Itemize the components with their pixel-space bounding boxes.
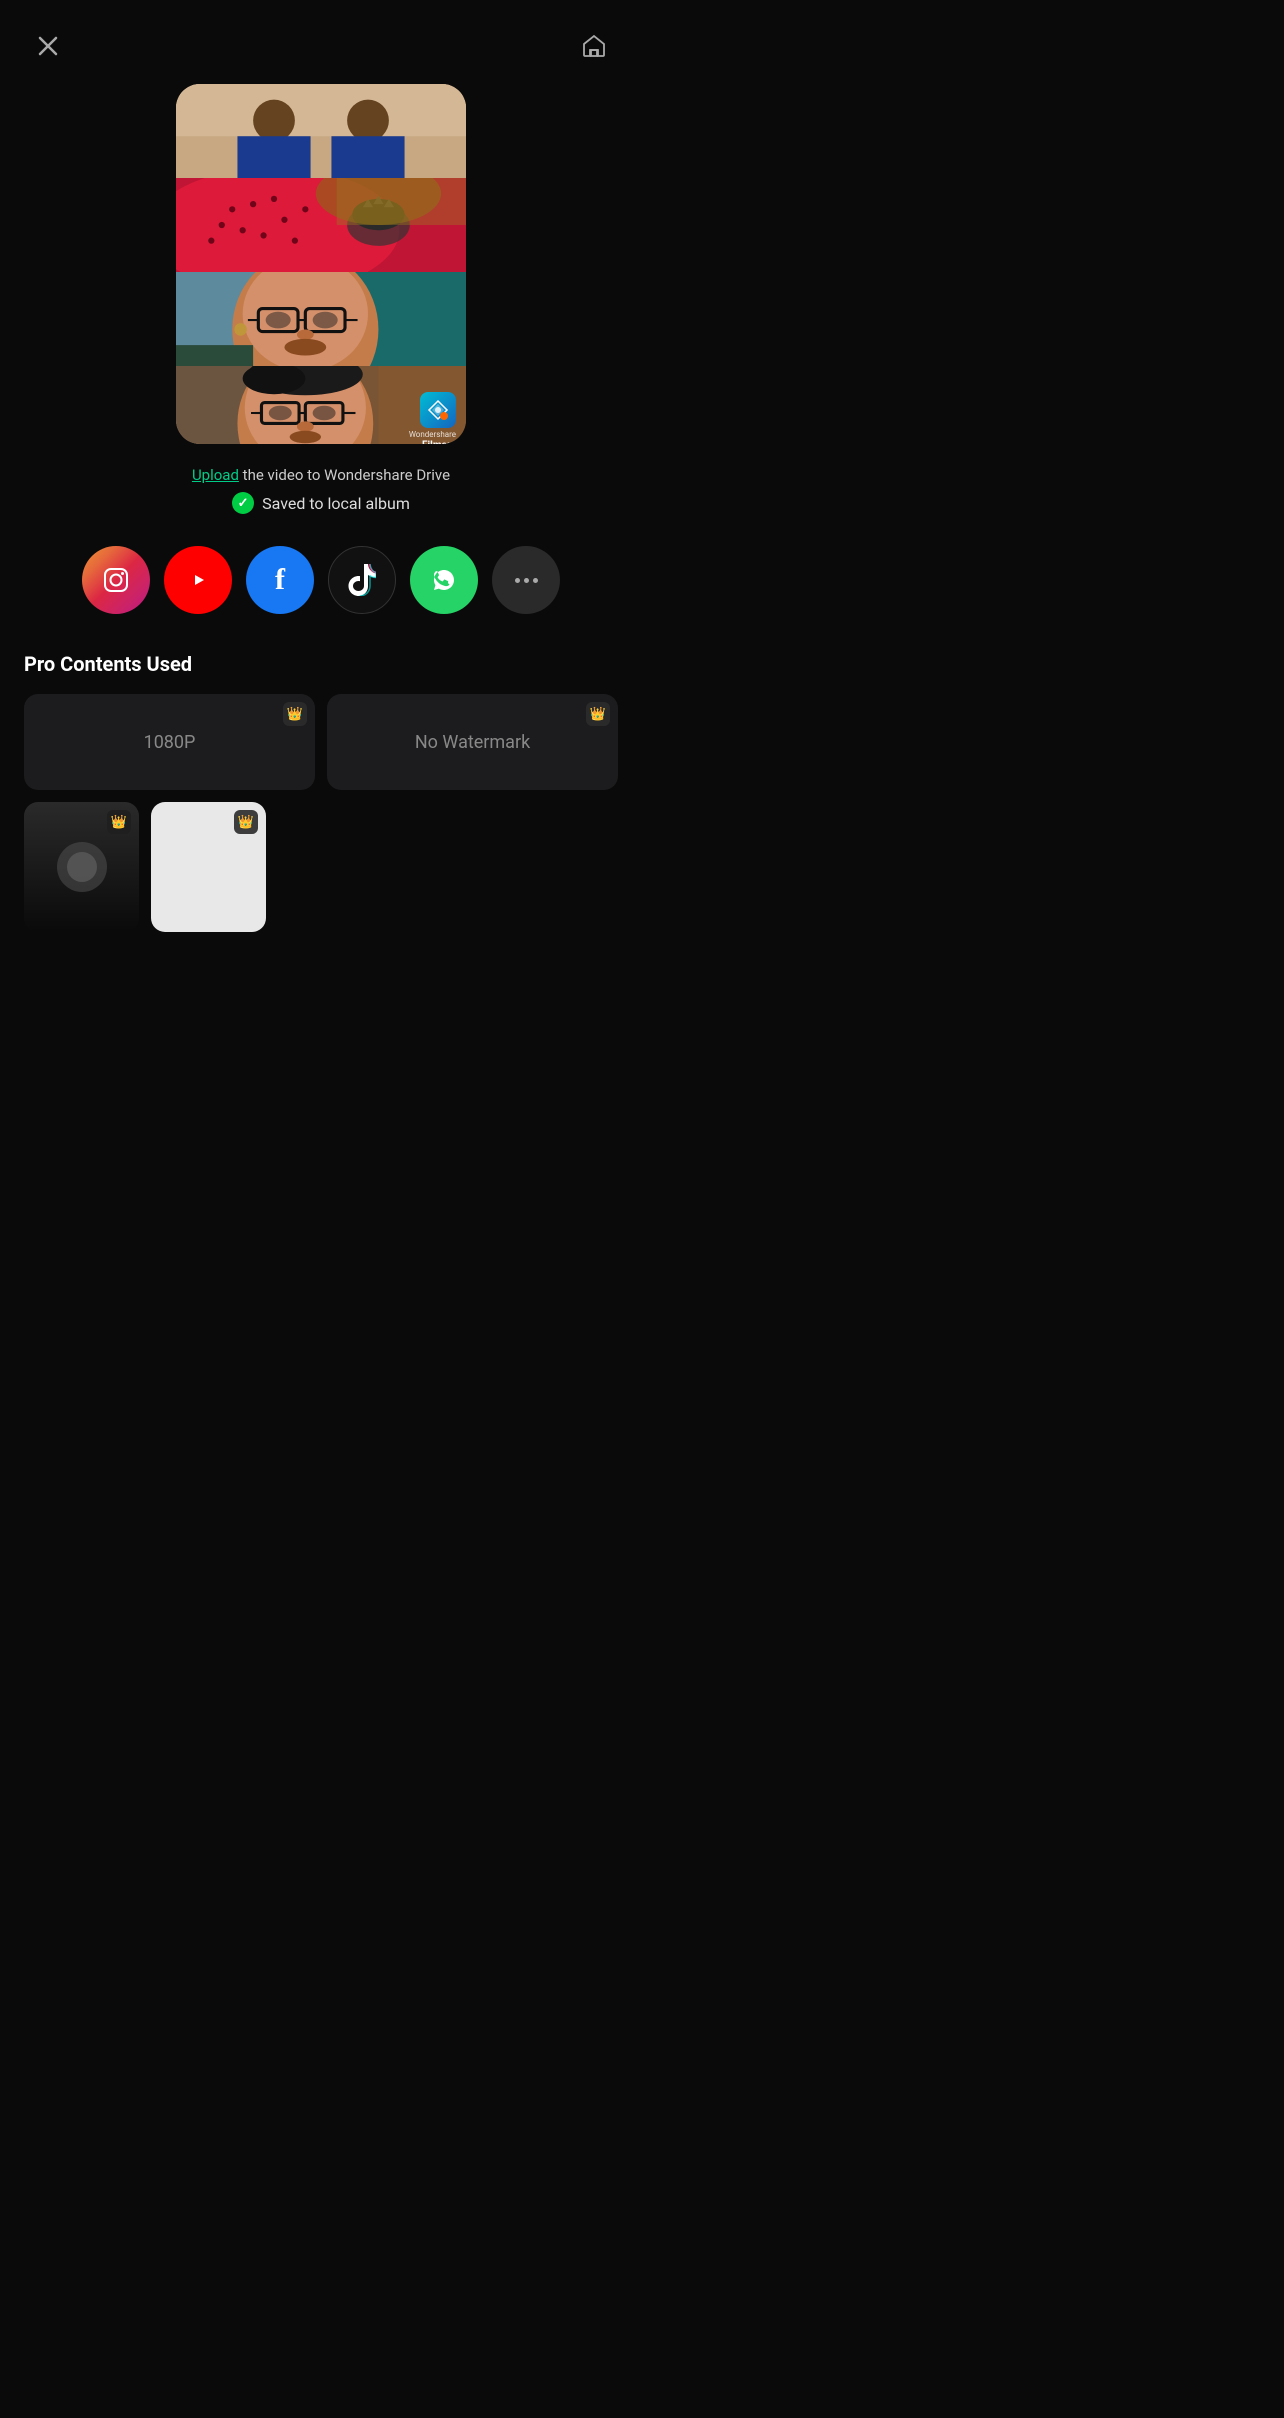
resolution-crown-badge: 👑 [283, 702, 307, 726]
thumbnail-2-crown: 👑 [234, 810, 258, 834]
upload-line: Upload the video to Wondershare Drive [30, 466, 612, 484]
pro-section-title: Pro Contents Used [24, 652, 618, 676]
whatsapp-share-button[interactable] [410, 546, 478, 614]
whatsapp-icon [429, 565, 459, 595]
video-preview-wrapper: Wondershare Filmora [0, 84, 642, 444]
tiktok-icon [348, 564, 376, 596]
video-phone-frame: Wondershare Filmora [176, 84, 466, 444]
crown-icon-3: 👑 [111, 815, 127, 830]
video-segment-4: Wondershare Filmora [176, 366, 466, 444]
resolution-card[interactable]: 1080P 👑 [24, 694, 315, 790]
home-button[interactable] [576, 28, 612, 64]
saved-text: Saved to local album [262, 494, 410, 513]
video-segment-1 [176, 84, 466, 178]
upload-link[interactable]: Upload [192, 466, 239, 484]
top-bar [0, 0, 642, 84]
filmora-watermark: Wondershare Filmora [409, 392, 456, 444]
more-icon [515, 578, 538, 583]
crown-icon-2: 👑 [590, 707, 606, 722]
video-segment-3 [176, 272, 466, 366]
close-button[interactable] [30, 28, 66, 64]
pro-cards-row: 1080P 👑 No Watermark 👑 [24, 694, 618, 790]
video-strip: Wondershare Filmora [176, 84, 466, 444]
tiktok-share-button[interactable] [328, 546, 396, 614]
check-circle-icon: ✓ [232, 492, 254, 514]
crown-icon: 👑 [287, 707, 303, 722]
filmora-brand-text: Wondershare [409, 430, 456, 440]
facebook-share-button[interactable]: f [246, 546, 314, 614]
more-share-button[interactable] [492, 546, 560, 614]
instagram-share-button[interactable] [82, 546, 150, 614]
thumbnail-card-1[interactable]: 👑 [24, 802, 139, 932]
upload-description: the video to Wondershare Drive [243, 466, 450, 484]
video-segment-2 [176, 178, 466, 272]
watermark-label: No Watermark [415, 732, 530, 753]
home-icon [581, 33, 607, 59]
screen: Wondershare Filmora Upload the video to … [0, 0, 642, 1209]
youtube-icon [182, 568, 214, 592]
facebook-icon: f [275, 563, 285, 597]
resolution-label: 1080P [144, 732, 196, 753]
filmora-product-text: Filmora [422, 440, 456, 444]
crown-icon-4: 👑 [238, 815, 254, 830]
pro-thumbnails-row: 👑 👑 [24, 802, 618, 932]
saved-line: ✓ Saved to local album [30, 492, 612, 514]
close-icon [36, 34, 60, 58]
action-area: Upload the video to Wondershare Drive ✓ … [0, 444, 642, 524]
youtube-share-button[interactable] [164, 546, 232, 614]
thumbnail-card-2[interactable]: 👑 [151, 802, 266, 932]
pro-contents-section: Pro Contents Used 1080P 👑 No Watermark 👑 [0, 624, 642, 954]
thumbnail-1-crown: 👑 [107, 810, 131, 834]
filmora-logo-badge [420, 392, 456, 428]
watermark-card[interactable]: No Watermark 👑 [327, 694, 618, 790]
watermark-crown-badge: 👑 [586, 702, 610, 726]
instagram-icon [101, 565, 131, 595]
social-share-row: f [0, 524, 642, 624]
